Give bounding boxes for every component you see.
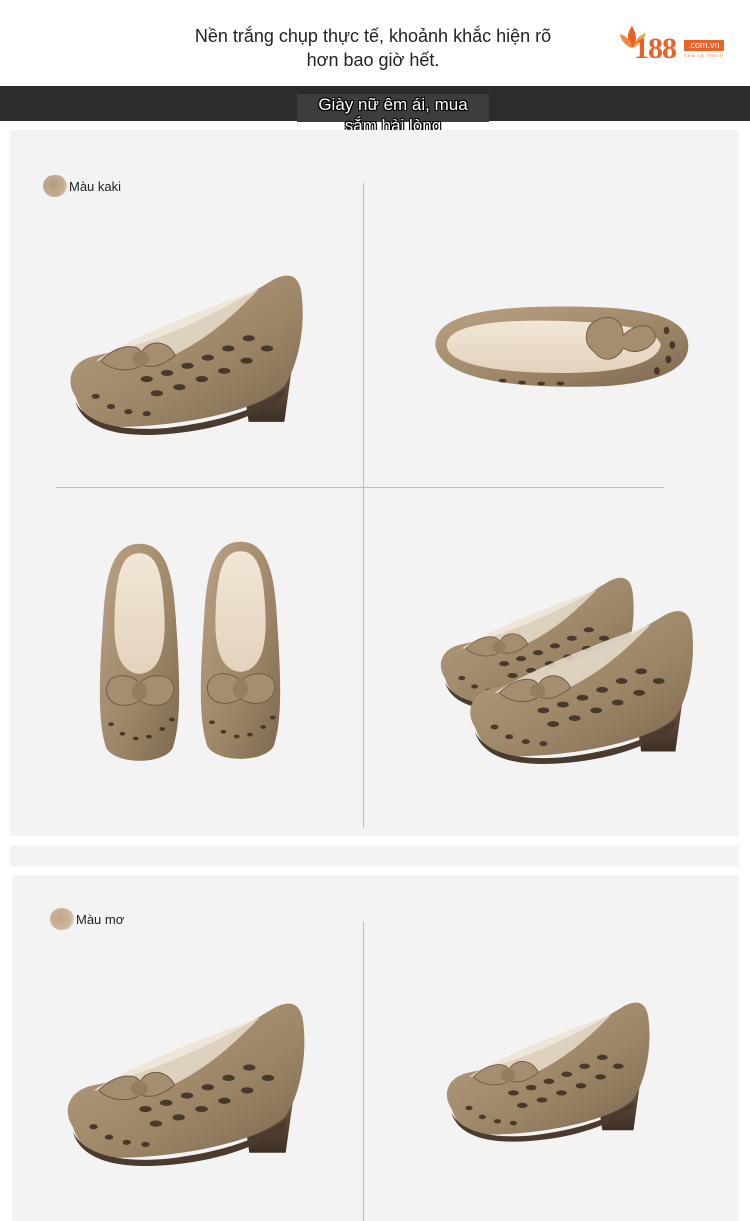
shoe-right-top-view <box>193 530 288 772</box>
shoe-pair-front-view <box>455 595 710 771</box>
grid-divider-horizontal <box>56 487 664 488</box>
section-separator <box>10 845 739 867</box>
color-label: Màu kaki <box>69 178 122 194</box>
color-swatch <box>50 908 74 930</box>
shoe-side-view <box>52 985 322 1175</box>
grid-divider-vertical <box>363 922 364 1221</box>
shoe-side-view <box>55 258 320 443</box>
header-caption: Nền trắng chụp thực tế, khoảnh khắc hiện… <box>150 24 596 72</box>
color-label: Màu mơ <box>76 911 125 927</box>
header-caption-line2: hơn bao giờ hết. <box>306 50 440 70</box>
color-swatch <box>43 175 67 197</box>
logo-domain: .com.vn <box>684 40 724 51</box>
brand-logo[interactable]: 188 .com.vn XEM LÀ THÍCH <box>618 22 736 70</box>
logo-tagline: XEM LÀ THÍCH <box>684 53 724 58</box>
color-option-khaki[interactable]: Màu kaki <box>43 175 121 197</box>
shoe-left-top-view <box>92 532 187 774</box>
logo-number: 188 <box>634 32 677 65</box>
banner-line1: Giày nữ êm ái, mua <box>318 95 468 114</box>
shoe-side-view <box>408 988 690 1148</box>
grid-divider-vertical <box>363 183 364 828</box>
color-option-apricot[interactable]: Màu mơ <box>50 908 124 930</box>
header-caption-line1: Nền trắng chụp thực tế, khoảnh khắc hiện… <box>194 26 552 46</box>
page-header: Nền trắng chụp thực tế, khoảnh khắc hiện… <box>0 0 750 86</box>
shoe-top-view <box>418 292 703 398</box>
